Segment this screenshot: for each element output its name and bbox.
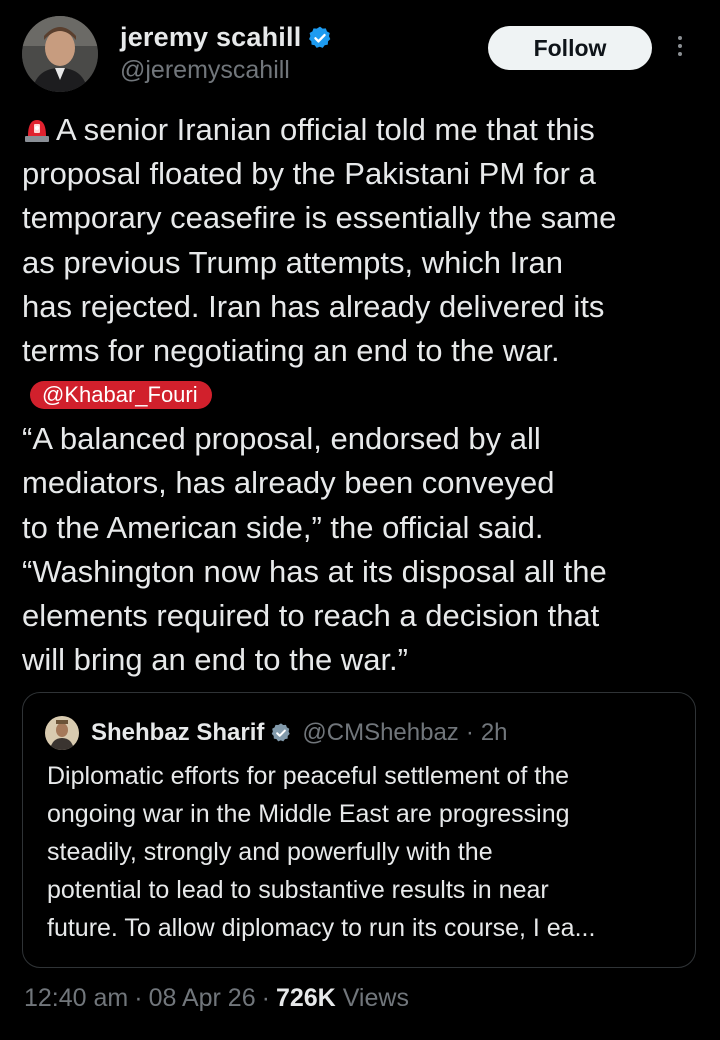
post-time[interactable]: 12:40 am — [24, 984, 128, 1013]
quoted-line: future. To allow diplomacy to run its co… — [47, 914, 596, 942]
tweet-line: temporary ceasefire is essentially the s… — [22, 200, 617, 236]
tweet-line: to the American side,” the official said… — [22, 509, 544, 545]
tweet-line: “Washington now has at its disposal all … — [22, 553, 607, 589]
separator: · — [134, 984, 143, 1012]
views-label: Views — [342, 984, 409, 1012]
quoted-line: steadily, strongly and powerfully with t… — [47, 838, 493, 866]
verified-badge-icon — [309, 26, 331, 48]
tweet-header: jeremy scahill @jeremyscahill Follow — [22, 16, 702, 96]
police-siren-icon — [25, 120, 49, 142]
quoted-line: Diplomatic efforts for peaceful settleme… — [47, 762, 570, 790]
tweet-line: A senior Iranian official told me that t… — [22, 108, 706, 152]
separator: · — [465, 719, 474, 746]
tweet-line: has rejected. Iran has already delivered… — [22, 288, 605, 324]
views-count: 726K — [275, 984, 336, 1012]
more-options-icon[interactable] — [674, 32, 686, 66]
tweet-line: elements required to reach a decision th… — [22, 598, 600, 634]
avatar[interactable] — [22, 16, 98, 92]
tweet-line: mediators, has already been conveyed — [22, 465, 555, 501]
quoted-tweet-text: Diplomatic efforts for peaceful settleme… — [47, 757, 677, 947]
quoted-timestamp[interactable]: 2h — [481, 719, 508, 747]
quoted-tweet-header: Shehbaz Sharif @CMShehbaz · 2h — [45, 716, 508, 750]
quoted-author-handle[interactable]: @CMShehbaz — [302, 719, 458, 747]
tweet-line: terms for negotiating an end to the war. — [22, 333, 560, 369]
tweet-line: “A balanced proposal, endorsed by all — [22, 421, 541, 457]
tweet-line: proposal floated by the Pakistani PM for… — [22, 156, 596, 192]
tweet-line: will bring an end to the war.” — [22, 642, 408, 678]
tweet-line: as previous Trump attempts, which Iran — [22, 244, 564, 280]
quoted-avatar[interactable] — [45, 716, 79, 750]
post-date[interactable]: 08 Apr 26 — [149, 984, 256, 1013]
tweet-meta: 12:40 am · 08 Apr 26 · 726K Views — [24, 984, 409, 1013]
follow-button[interactable]: Follow — [488, 26, 652, 70]
quoted-author-name[interactable]: Shehbaz Sharif — [91, 719, 264, 747]
separator: · — [261, 984, 270, 1012]
tweet-text: A senior Iranian official told me that t… — [22, 108, 706, 682]
author-handle[interactable]: @jeremyscahill — [120, 56, 290, 85]
author-name[interactable]: jeremy scahill — [120, 22, 301, 53]
quoted-line: ongoing war in the Middle East are progr… — [47, 800, 570, 828]
quoted-tweet-card[interactable]: Shehbaz Sharif @CMShehbaz · 2h Diplomati… — [22, 692, 696, 968]
verified-badge-icon — [272, 723, 291, 742]
quoted-line: potential to lead to substantive results… — [47, 876, 549, 904]
mention-tag[interactable]: @Khabar_Fouri — [30, 381, 212, 410]
